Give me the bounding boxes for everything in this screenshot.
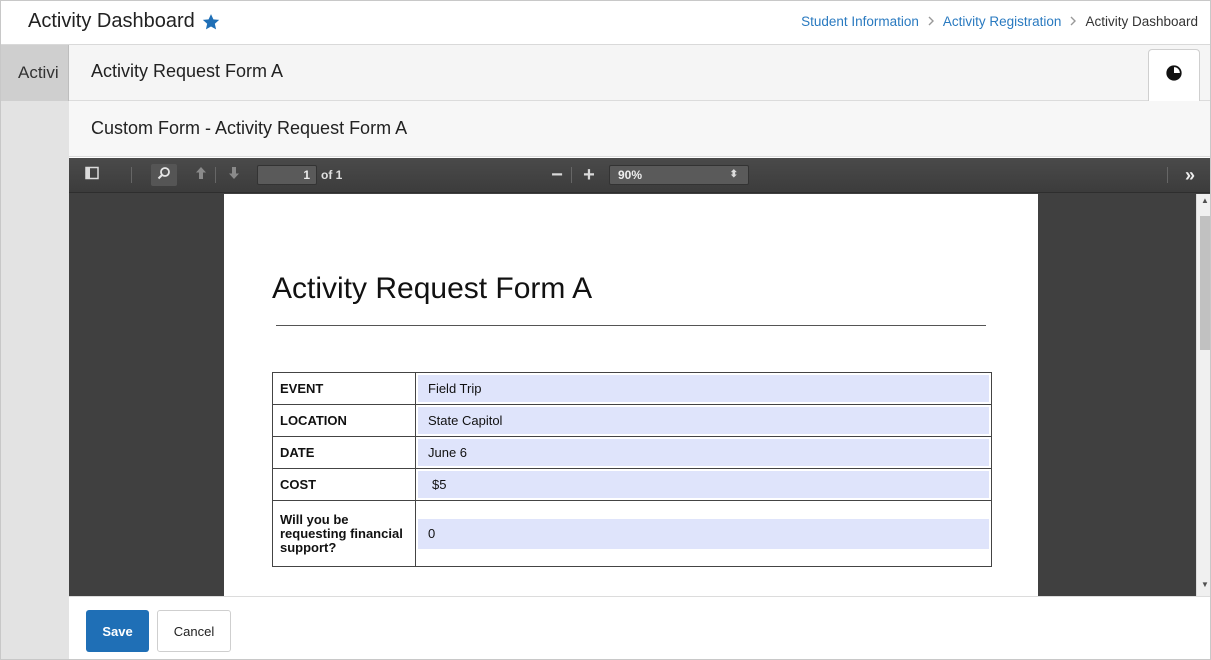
panel-action-icon [1165,64,1183,87]
field-label-location: LOCATION [272,404,416,437]
location-field[interactable]: State Capitol [418,407,989,434]
previous-page-button[interactable] [191,164,211,186]
document-divider [276,325,986,326]
field-cell: 0 [415,500,992,567]
zoom-value: 90% [618,168,643,182]
table-row: LOCATION State Capitol [272,404,992,437]
pdf-viewer: 1 of 1 − + 90% ⬍ » Activity Request Form… [69,158,1210,596]
table-row: EVENT Field Trip [272,372,992,405]
field-cell: June 6 [415,436,992,469]
field-label-cost: COST [272,468,416,501]
form-footer: Save Cancel [69,596,1210,659]
field-label-event: EVENT [272,372,416,405]
panel-action-button[interactable] [1148,49,1200,101]
page-number-input[interactable]: 1 [257,165,317,185]
field-cell: $5 [415,468,992,501]
top-header: Activity Dashboard Student Information A… [1,1,1210,45]
field-cell: Field Trip [415,372,992,405]
panel-header: Activity Request Form A [69,45,1210,101]
zoom-in-button[interactable]: + [579,164,599,186]
field-label-financial-support: Will you be requesting financial support… [272,500,416,567]
form-panel: Activity Request Form A Custom Form - Ac… [69,45,1210,659]
chevron-right-icon [1069,15,1077,29]
select-arrows-icon: ⬍ [729,169,738,180]
next-page-button[interactable] [224,164,244,186]
chevron-right-icon [927,15,935,29]
cost-field[interactable]: $5 [418,471,989,498]
form-subtitle: Custom Form - Activity Request Form A [91,118,408,138]
date-field[interactable]: June 6 [418,439,989,466]
toolbar-divider [571,167,572,183]
breadcrumb-activity-registration[interactable]: Activity Registration [943,14,1062,29]
table-row: DATE June 6 [272,436,992,469]
pdf-toolbar: 1 of 1 − + 90% ⬍ » [69,158,1210,193]
field-label-date: DATE [272,436,416,469]
form-subheader: Custom Form - Activity Request Form A [69,101,1210,157]
page-title-wrap: Activity Dashboard [28,10,221,33]
background-tab-label: Activi [18,63,59,82]
arrow-up-icon [195,166,207,185]
document-scrollbar[interactable]: ▲ ▼ [1196,194,1210,596]
breadcrumb-student-information[interactable]: Student Information [801,14,919,29]
document-page: Activity Request Form A EVENT Field Trip… [224,194,1038,596]
table-row: COST $5 [272,468,992,501]
sidebar-toggle-button[interactable] [81,164,103,186]
save-button[interactable]: Save [86,610,149,652]
breadcrumb-activity-dashboard: Activity Dashboard [1085,14,1198,29]
search-icon [157,166,171,185]
sidebar-toggle-icon [85,166,99,185]
cancel-button[interactable]: Cancel [157,610,231,652]
event-field[interactable]: Field Trip [418,375,989,402]
tools-button[interactable]: » [1177,164,1203,186]
page-title: Activity Dashboard [28,10,195,32]
background-tab[interactable]: Activi [1,45,69,101]
zoom-select[interactable]: 90% ⬍ [609,165,749,185]
scroll-down-icon[interactable]: ▼ [1197,580,1210,594]
zoom-out-button[interactable]: − [547,164,567,186]
breadcrumb: Student Information Activity Registratio… [801,14,1198,29]
arrow-down-icon [228,166,240,185]
panel-title: Activity Request Form A [91,61,284,81]
toolbar-divider [131,167,132,183]
background-page [1,45,69,659]
star-icon[interactable] [201,12,221,32]
table-row: Will you be requesting financial support… [272,500,992,567]
request-form-table: EVENT Field Trip LOCATION State Capitol … [272,372,992,567]
scroll-up-icon[interactable]: ▲ [1197,196,1210,210]
field-cell: State Capitol [415,404,992,437]
toolbar-divider [1167,167,1168,183]
app-window: Activity Dashboard Student Information A… [0,0,1211,660]
page-count: of 1 [321,168,343,182]
find-button[interactable] [151,164,177,186]
financial-support-field[interactable]: 0 [418,518,989,549]
toolbar-divider [215,167,216,183]
scroll-thumb[interactable] [1200,216,1210,350]
document-area: Activity Request Form A EVENT Field Trip… [69,194,1196,596]
document-title: Activity Request Form A [272,272,593,305]
